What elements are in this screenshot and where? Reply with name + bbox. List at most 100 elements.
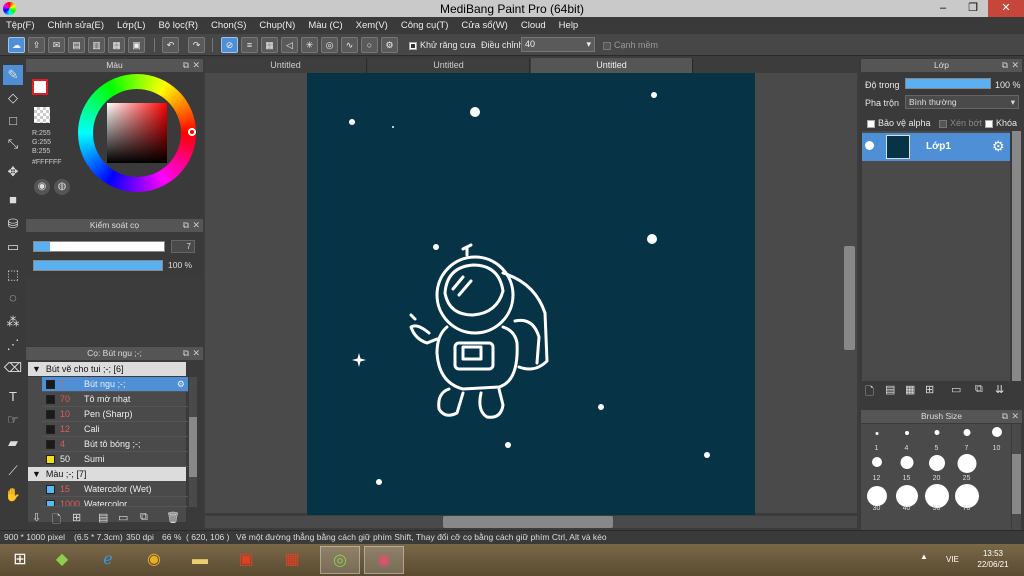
text-tool-icon[interactable]: T [3, 387, 23, 407]
menu-select[interactable]: Chọn(S) [211, 17, 246, 34]
gear-icon[interactable]: ⚙ [177, 377, 185, 392]
select-eraser-icon[interactable]: ⌫ [3, 358, 23, 378]
menu-filter[interactable]: Bộ lọc(R) [158, 17, 198, 34]
menu-window[interactable]: Cửa sổ(W) [461, 17, 507, 34]
medibang-taskbar-icon[interactable]: ◉ [364, 546, 404, 574]
layer-opacity-slider[interactable] [905, 78, 991, 89]
doc-tab[interactable]: Untitled [368, 58, 530, 73]
chrome-icon[interactable]: ◉ [134, 546, 174, 574]
windows-start-icon[interactable]: ⊞ [0, 546, 40, 574]
layer-scrollbar[interactable] [1012, 131, 1021, 381]
new-brush-icon[interactable]: 🗋 [52, 511, 61, 530]
lasso-tool-icon[interactable]: ◌ [3, 288, 23, 308]
trash-icon[interactable]: 🗑 [166, 511, 180, 524]
canvas-horizontal-scrollbar[interactable] [205, 516, 857, 528]
menu-cloud[interactable]: Cloud [521, 17, 546, 34]
menu-tools[interactable]: Công cụ(T) [401, 17, 449, 34]
new-8bit-layer-icon[interactable]: ▦ [905, 383, 915, 396]
menu-help[interactable]: Help [559, 17, 579, 34]
menu-layer[interactable]: Lớp(L) [117, 17, 145, 34]
doc-tab-active[interactable]: Untitled [531, 58, 693, 73]
parallel-snap-icon[interactable]: ≡ [241, 37, 258, 53]
brush-settings-icon[interactable]: ▤ [98, 511, 108, 524]
brush-size-cell[interactable]: 30 [862, 484, 891, 524]
blend-mode-dropdown[interactable]: Bình thường ▾ [905, 95, 1019, 109]
operation-tool-icon[interactable]: ☞ [3, 410, 23, 430]
adjust-dropdown[interactable]: 40 ▾ [521, 37, 595, 52]
close-panel-icon[interactable]: ✕ [192, 347, 200, 360]
comment-icon[interactable]: ✉ [48, 37, 65, 53]
media-app-icon[interactable]: ▦ [272, 546, 312, 574]
folder-icon[interactable]: ▭ [118, 511, 128, 524]
menu-view[interactable]: Xem(V) [356, 17, 388, 34]
brush-group-header[interactable]: ▼ Màu ;-; [7] [28, 467, 186, 481]
transparent-swatch[interactable] [34, 107, 50, 123]
brush-item[interactable]: 4 Bút tô bóng ;-; [42, 437, 188, 452]
brush-size-cell[interactable]: 10 [982, 424, 1011, 452]
brush-item-selected[interactable]: 7 Bút ngu ;-; ⚙ [42, 377, 188, 392]
brush-size-cell[interactable]: 40 [892, 484, 921, 524]
brush-item[interactable]: 15 Watercolor (Wet) [42, 482, 188, 497]
menu-file[interactable]: Tệp(F) [6, 17, 35, 34]
undock-icon[interactable]: ⧉ [183, 347, 189, 360]
brush-size-cell[interactable]: 15 [892, 454, 921, 482]
select-pen-icon[interactable]: ⋰ [3, 335, 23, 355]
gradient-tool-icon[interactable]: ▭ [3, 237, 23, 257]
brush-size-cell[interactable]: 25 [952, 454, 981, 482]
tray-arrow-icon[interactable]: ▲ [920, 552, 928, 561]
ellipse-snap-icon[interactable]: ○ [361, 37, 378, 53]
fill-rect-tool-icon[interactable]: ■ [3, 190, 23, 210]
gear-icon[interactable]: ⚙ [992, 138, 1005, 155]
doc-tab[interactable]: Untitled [205, 58, 367, 73]
system-clock[interactable]: 13:53 22/06/21 [968, 548, 1018, 570]
presentation-app-icon[interactable]: ▣ [226, 546, 266, 574]
brush-size-cell[interactable]: 4 [892, 424, 921, 452]
add-layer-menu-icon[interactable]: ⊞ [925, 383, 934, 396]
shape-tool-icon[interactable]: □ [3, 111, 23, 131]
smooth-edge-checkbox[interactable]: Cạnh mềm [603, 40, 658, 50]
hand-tool-icon[interactable]: ✋ [3, 485, 23, 505]
undock-icon[interactable]: ⧉ [183, 59, 189, 72]
menu-color[interactable]: Màu (C) [308, 17, 342, 34]
antialias-checkbox[interactable]: Khử răng cưa [409, 40, 476, 50]
magic-wand-icon[interactable]: ⁂ [3, 312, 23, 332]
brush-group-header[interactable]: ▼ Bút vẽ cho tui ;-; [6] [28, 362, 186, 376]
dot-tool-icon[interactable]: ⤡ [3, 134, 23, 154]
brush-size-cell[interactable]: 50 [922, 484, 951, 524]
brush-size-slider[interactable] [33, 241, 165, 252]
eraser-tool-icon[interactable]: ◇ [3, 88, 23, 108]
menu-edit[interactable]: Chỉnh sửa(E) [48, 17, 105, 34]
curve-snap-icon[interactable]: ∿ [341, 37, 358, 53]
visibility-eye-icon[interactable] [865, 141, 874, 150]
maximize-button[interactable]: ❐ [958, 0, 988, 17]
page-icon[interactable]: ▥ [88, 37, 105, 53]
brush-size-cell[interactable]: 7 [952, 424, 981, 452]
radial-snap-icon[interactable]: ✳ [301, 37, 318, 53]
folder-icon[interactable]: ▭ [951, 383, 961, 396]
cross-snap-icon[interactable]: ▦ [261, 37, 278, 53]
brush-item[interactable]: 50 Sumi [42, 452, 188, 467]
protect-alpha-checkbox[interactable]: Bảo vệ alpha [867, 118, 931, 128]
lock-checkbox[interactable]: Khóa [985, 118, 1017, 128]
divide-tool-icon[interactable]: ▰ [3, 433, 23, 453]
select-rect-icon[interactable]: ⬚ [3, 265, 23, 285]
brush-opacity-slider[interactable] [33, 260, 163, 271]
clip-checkbox[interactable]: Xén bớt [939, 118, 982, 128]
add-brush-icon[interactable]: ⊞ [72, 511, 81, 524]
close-panel-icon[interactable]: ✕ [192, 219, 200, 232]
snap-off-icon[interactable]: ⊘ [221, 37, 238, 53]
export-icon[interactable]: ⇪ [28, 37, 45, 53]
canvas-vertical-scrollbar[interactable] [844, 80, 855, 510]
brush-size-scrollbar[interactable] [1012, 424, 1021, 534]
bluestacks-icon[interactable]: ◆ [42, 546, 82, 574]
close-panel-icon[interactable]: ✕ [1011, 410, 1019, 423]
team-icon[interactable]: ▤ [68, 37, 85, 53]
undock-icon[interactable]: ⧉ [1002, 410, 1008, 423]
brush-item[interactable]: 10 Pen (Sharp) [42, 407, 188, 422]
brush-list-scrollbar[interactable] [189, 377, 197, 507]
settings-icon[interactable]: ⚙ [381, 37, 398, 53]
doc-icon[interactable]: ▣ [128, 37, 145, 53]
close-panel-icon[interactable]: ✕ [1011, 59, 1019, 72]
undock-icon[interactable]: ⧉ [1002, 59, 1008, 72]
undo-icon[interactable]: ↶ [162, 37, 179, 53]
